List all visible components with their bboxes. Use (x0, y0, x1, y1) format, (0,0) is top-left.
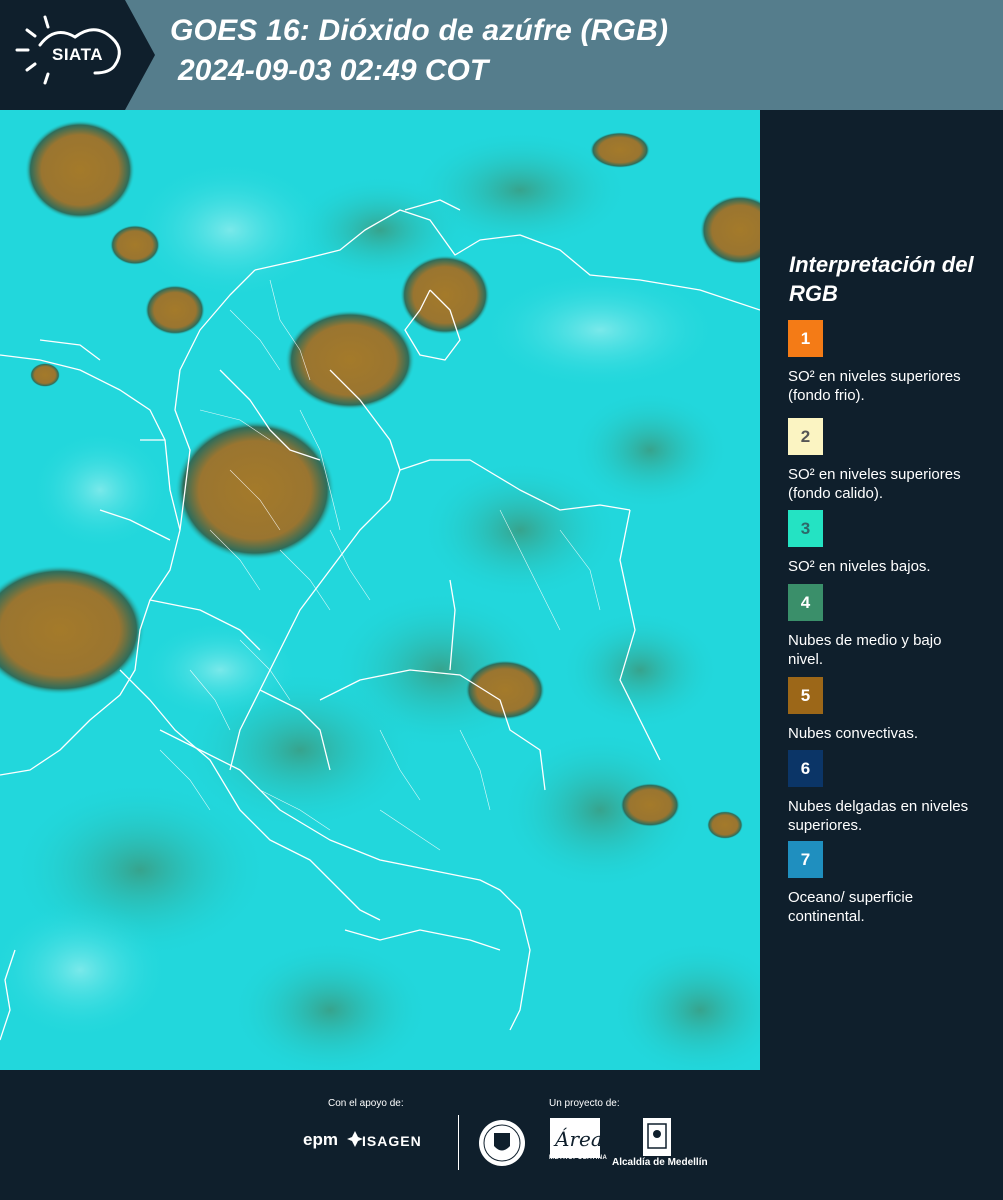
legend-swatch: 5 (788, 677, 823, 714)
legend-swatch: 7 (788, 841, 823, 878)
legend-swatch: 1 (788, 320, 823, 357)
legend-label: Oceano/ superficie continental. (788, 889, 914, 925)
legend-swatch: 2 (788, 418, 823, 455)
legend-label: SO² en niveles superiores (fondo calido)… (788, 466, 961, 502)
legend-title: Interpretación del RGB (789, 252, 974, 306)
page-timestamp: 2024-09-03 02:49 COT (178, 54, 489, 87)
support-label: Con el apoyo de: (328, 1098, 404, 1109)
footer: Con el apoyo de: Un proyecto de: epm ISA… (0, 1070, 1003, 1200)
page-title: GOES 16: Dióxido de azúfre (RGB) (170, 14, 669, 47)
legend-swatch: 4 (788, 584, 823, 621)
satellite-map (0, 110, 760, 1070)
legend-item-4: 4 Nubes de medio y bajo nivel. (788, 584, 988, 669)
legend-item-2: 2 SO² en niveles superiores (fondo calid… (788, 418, 988, 503)
epm-logo: epm (303, 1130, 338, 1149)
legend-swatch: 6 (788, 750, 823, 787)
isagen-logo: ISAGEN (362, 1133, 422, 1149)
legend-label: Nubes de medio y bajo nivel. (788, 632, 942, 668)
header-bar: SIATA GOES 16: Dióxido de azúfre (RGB) 2… (0, 0, 1003, 110)
project-label: Un proyecto de: (549, 1098, 620, 1109)
legend-label: Nubes convectivas. (788, 725, 919, 742)
legend-label: SO² en niveles superiores (fondo frio). (788, 368, 961, 404)
legend-item-5: 5 Nubes convectivas. (788, 677, 988, 743)
svg-text:Área: Área (553, 1127, 600, 1151)
area-metropolitana-label: METROPOLITANA (549, 1155, 608, 1161)
logo-text: SIATA (52, 45, 103, 64)
satellite-map-svg (0, 110, 760, 1070)
legend-item-7: 7 Oceano/ superficie continental. (788, 841, 988, 926)
area-metropolitana-logo: Área (550, 1118, 600, 1158)
legend-item-6: 6 Nubes delgadas en niveles superiores. (788, 750, 988, 835)
alcaldia-medellin-label: Alcaldía de Medellín (612, 1157, 708, 1168)
legend-label: SO² en niveles bajos. (788, 558, 931, 575)
footer-divider (458, 1115, 459, 1170)
legend-swatch: 3 (788, 510, 823, 547)
medellin-seal (479, 1120, 525, 1166)
legend-item-1: 1 SO² en niveles superiores (fondo frio)… (788, 320, 988, 405)
legend-label: Nubes delgadas en niveles superiores. (788, 798, 969, 834)
legend-panel: Interpretación del RGB 1 SO² en niveles … (760, 110, 1003, 1070)
legend-item-3: 3 SO² en niveles bajos. (788, 510, 988, 576)
alcaldia-medellin-logo (643, 1118, 671, 1156)
